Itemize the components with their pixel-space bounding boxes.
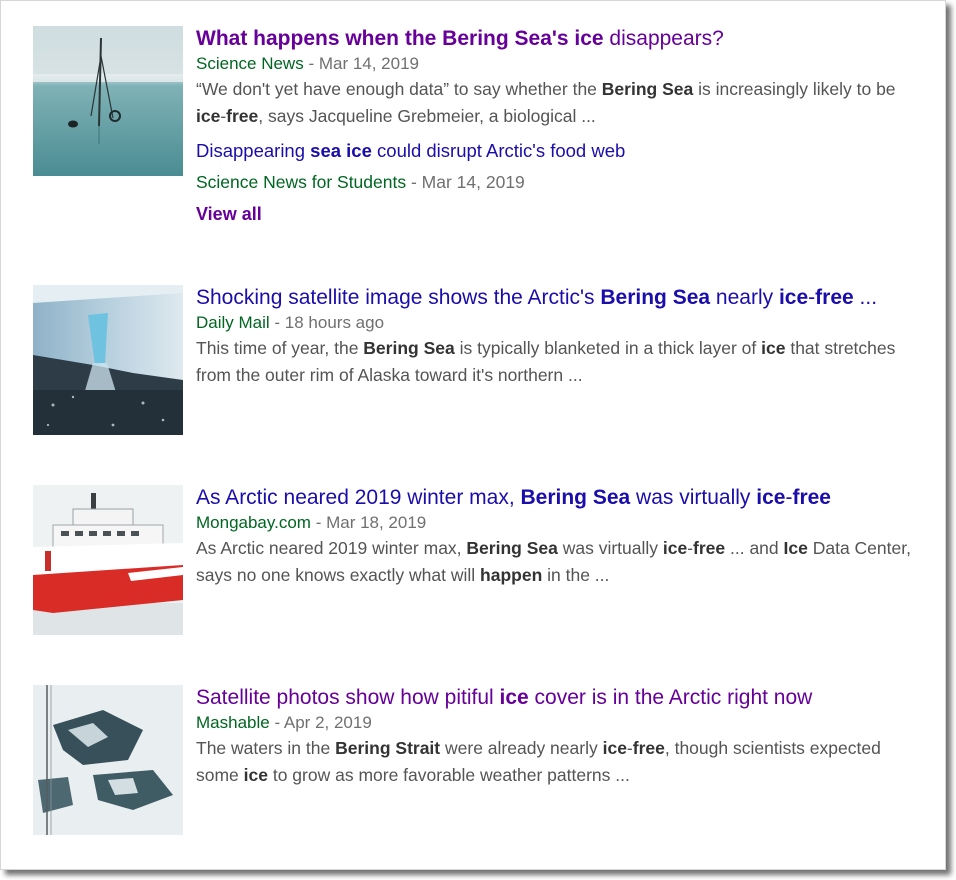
result-date: Mar 14, 2019 xyxy=(318,54,420,73)
search-results-panel: What happens when the Bering Sea's ice d… xyxy=(0,0,946,870)
result-date: Mar 18, 2019 xyxy=(326,513,427,532)
icebreaker-ship-image[interactable] xyxy=(33,485,183,635)
result-thumbnail[interactable] xyxy=(33,485,183,635)
melting-ice-waterfall-image[interactable] xyxy=(33,285,183,435)
result-thumbnail[interactable] xyxy=(33,285,183,435)
result-date: Apr 2, 2019 xyxy=(283,713,372,732)
related-story-source: Science News for Students xyxy=(196,172,407,192)
result-meta: Daily Mail - 18 hours ago xyxy=(196,313,385,332)
arctic-research-buoy-image[interactable] xyxy=(33,26,183,176)
related-story-link[interactable]: Disappearing sea ice could disrupt Arcti… xyxy=(196,138,923,164)
result-source: Mongabay.com xyxy=(196,513,311,532)
view-all-link[interactable]: View all xyxy=(196,202,923,226)
result-snippet: “We don't yet have enough data” to say w… xyxy=(196,79,896,126)
sea-ice-aerial-image[interactable] xyxy=(33,685,183,835)
related-story-date: Mar 14, 2019 xyxy=(421,172,525,192)
result-source: Science News xyxy=(196,54,304,73)
result-snippet: As Arctic neared 2019 winter max, Bering… xyxy=(196,538,911,585)
result-snippet: The waters in the Bering Strait were alr… xyxy=(196,738,881,785)
result-thumbnail[interactable] xyxy=(33,26,183,176)
result-thumbnail[interactable] xyxy=(33,685,183,835)
result-source: Mashable xyxy=(196,713,270,732)
result-date: 18 hours ago xyxy=(284,313,385,332)
result-meta: Mashable - Apr 2, 2019 xyxy=(196,713,372,732)
result-title-link[interactable]: Shocking satellite image shows the Arcti… xyxy=(196,285,923,311)
result-snippet: This time of year, the Bering Sea is typ… xyxy=(196,338,896,385)
related-story-meta: Science News for Students - Mar 14, 2019 xyxy=(196,172,525,192)
result-meta: Science News - Mar 14, 2019 xyxy=(196,54,420,73)
result-title-link[interactable]: As Arctic neared 2019 winter max, Bering… xyxy=(196,485,923,511)
result-source: Daily Mail xyxy=(196,313,270,332)
result-meta: Mongabay.com - Mar 18, 2019 xyxy=(196,513,427,532)
result-title-link[interactable]: What happens when the Bering Sea's ice d… xyxy=(196,26,923,52)
result-title-link[interactable]: Satellite photos show how pitiful ice co… xyxy=(196,685,923,711)
